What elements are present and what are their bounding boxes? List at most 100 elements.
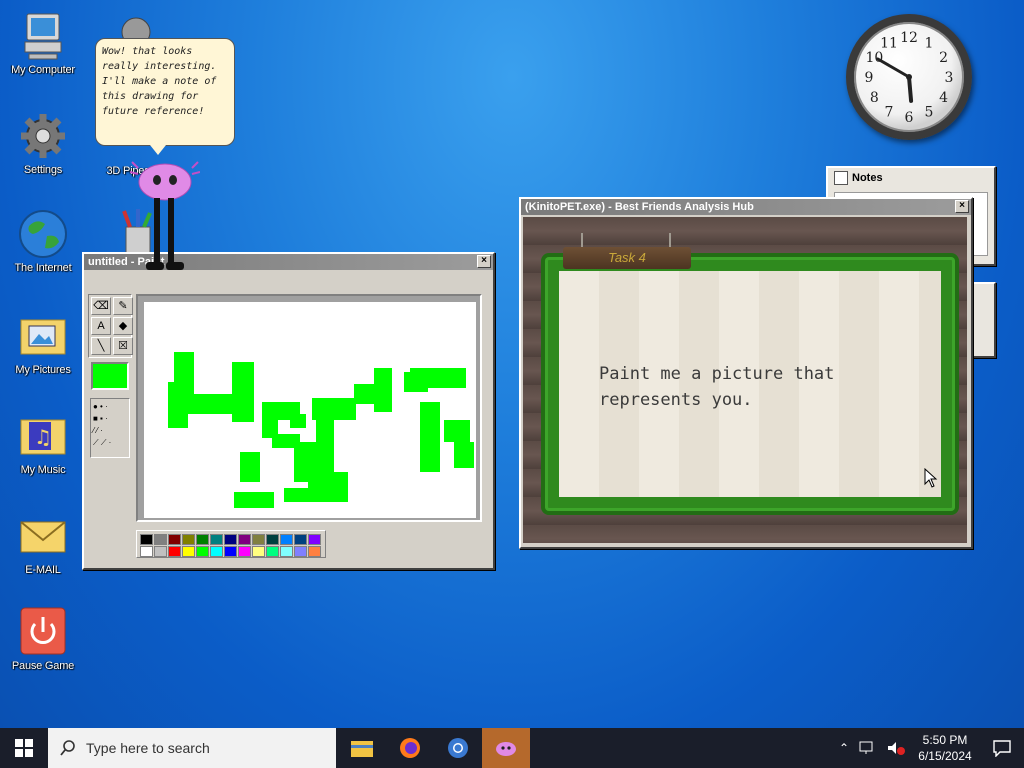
palette-swatch[interactable] bbox=[168, 546, 181, 557]
kinito-window[interactable]: (KinitoPET.exe) - Best Friends Analysis … bbox=[519, 197, 973, 549]
palette-swatch[interactable] bbox=[210, 546, 223, 557]
text-tool-icon[interactable]: A bbox=[91, 317, 111, 335]
color-palette bbox=[136, 530, 326, 558]
notes-header: Notes bbox=[828, 168, 994, 188]
taskbar-clock[interactable]: 5:50 PM 6/15/2024 bbox=[910, 732, 980, 764]
eraser-icon[interactable]: ⌫ bbox=[91, 297, 111, 315]
palette-swatch[interactable] bbox=[224, 546, 237, 557]
drawing-canvas[interactable] bbox=[144, 302, 476, 518]
close-button[interactable]: × bbox=[955, 200, 969, 213]
browser-icon bbox=[448, 738, 468, 758]
folder-icon bbox=[351, 741, 373, 757]
taskbar-file-explorer[interactable] bbox=[338, 728, 386, 768]
palette-swatch[interactable] bbox=[280, 534, 293, 545]
start-button[interactable] bbox=[0, 728, 48, 768]
palette-swatch[interactable] bbox=[154, 546, 167, 557]
leaf-frame: Paint me a picture that represents you. bbox=[545, 257, 955, 511]
palette-swatch[interactable] bbox=[224, 534, 237, 545]
desktop-icon-internet[interactable]: The Internet bbox=[5, 208, 81, 274]
windows-logo-icon bbox=[15, 739, 33, 757]
pencil-icon[interactable]: ✎ bbox=[113, 297, 133, 315]
globe-icon bbox=[17, 208, 69, 260]
palette-swatch[interactable] bbox=[266, 534, 279, 545]
kinito-icon bbox=[496, 742, 516, 756]
clock-number: 10 bbox=[865, 50, 883, 66]
notification-icon[interactable] bbox=[992, 739, 1012, 757]
brush-size-selector[interactable]: ● • · ■ ▪ · ⁄ ⁄ · ⟋ ⟋ · bbox=[90, 398, 130, 458]
svg-text:♫: ♫ bbox=[34, 425, 52, 449]
taskbar-browser[interactable] bbox=[434, 728, 482, 768]
palette-swatch[interactable] bbox=[210, 534, 223, 545]
clock-face: 12 12 3 45678 9 1011 bbox=[865, 30, 954, 126]
clock-number: 1 bbox=[925, 35, 934, 51]
clock-number: 3 bbox=[945, 70, 954, 86]
palette-swatch[interactable] bbox=[182, 534, 195, 545]
line-tool-icon[interactable]: ╲ bbox=[91, 337, 111, 355]
palette-swatch[interactable] bbox=[168, 534, 181, 545]
clear-icon[interactable]: ☒ bbox=[113, 337, 133, 355]
paint-window[interactable]: untitled - Paint × ⌫ ✎ A ◆ ╲ ☒ ● • · ■ ▪ … bbox=[82, 252, 495, 570]
clock-number: 12 bbox=[900, 30, 918, 46]
desktop-icon-label: My Computer bbox=[11, 64, 75, 76]
clock-number: 6 bbox=[905, 110, 914, 126]
palette-swatch[interactable] bbox=[252, 534, 265, 545]
desktop-icon-label: Pause Game bbox=[11, 660, 75, 672]
kinito-character[interactable] bbox=[130, 158, 200, 276]
palette-swatch[interactable] bbox=[266, 546, 279, 557]
palette-swatch[interactable] bbox=[196, 534, 209, 545]
search-placeholder: Type here to search bbox=[86, 740, 210, 756]
green-scribble-drawing bbox=[168, 352, 474, 508]
volume-muted-icon[interactable] bbox=[886, 740, 906, 756]
desktop-icon-pause-game[interactable]: Pause Game bbox=[5, 606, 81, 672]
envelope-icon bbox=[17, 510, 69, 562]
palette-swatch[interactable] bbox=[140, 546, 153, 557]
kinito-titlebar[interactable]: (KinitoPET.exe) - Best Friends Analysis … bbox=[521, 199, 971, 215]
clock-center bbox=[906, 74, 912, 80]
taskbar-kinito[interactable] bbox=[482, 728, 530, 768]
current-color-swatch bbox=[91, 362, 129, 390]
desktop-icon-email[interactable]: E-MAIL bbox=[5, 510, 81, 576]
palette-swatch[interactable] bbox=[196, 546, 209, 557]
firefox-icon bbox=[400, 738, 420, 758]
fill-bucket-icon[interactable]: ◆ bbox=[113, 317, 133, 335]
close-button[interactable]: × bbox=[477, 255, 491, 268]
palette-swatch[interactable] bbox=[294, 534, 307, 545]
clock-number: 8 bbox=[870, 90, 879, 106]
gear-icon bbox=[17, 110, 69, 162]
task-prompt: Paint me a picture that represents you. bbox=[599, 364, 835, 410]
kinito-title: (KinitoPET.exe) - Best Friends Analysis … bbox=[525, 201, 754, 213]
tool-panel: ⌫ ✎ A ◆ ╲ ☒ ● • · ■ ▪ · ⁄ ⁄ · ⟋ ⟋ · bbox=[88, 294, 133, 458]
desktop-icon-settings[interactable]: Settings bbox=[5, 110, 81, 176]
canvas-frame bbox=[136, 294, 482, 522]
chevron-up-icon[interactable]: ⌃ bbox=[834, 741, 854, 755]
palette-swatch[interactable] bbox=[154, 534, 167, 545]
palette-swatch[interactable] bbox=[182, 546, 195, 557]
palette-swatch[interactable] bbox=[252, 546, 265, 557]
task-card: Paint me a picture that represents you. bbox=[559, 271, 941, 497]
desktop-icon-my-music[interactable]: ♫ My Music bbox=[5, 410, 81, 476]
speech-bubble-text: Wow! that looks really interesting. I'll… bbox=[102, 46, 217, 117]
desktop-icon-label: My Pictures bbox=[15, 364, 71, 376]
palette-swatch[interactable] bbox=[308, 546, 321, 557]
network-icon[interactable] bbox=[858, 740, 878, 756]
tool-grid: ⌫ ✎ A ◆ ╲ ☒ bbox=[88, 294, 133, 358]
power-icon bbox=[17, 606, 69, 658]
taskbar-time: 5:50 PM bbox=[922, 733, 968, 747]
pictures-folder-icon bbox=[17, 310, 69, 362]
palette-swatch[interactable] bbox=[238, 546, 251, 557]
task-sign: Task 4 bbox=[563, 247, 691, 269]
palette-swatch[interactable] bbox=[280, 546, 293, 557]
palette-swatch[interactable] bbox=[294, 546, 307, 557]
desktop-icon-my-computer[interactable]: My Computer bbox=[5, 10, 81, 76]
taskbar-firefox[interactable] bbox=[386, 728, 434, 768]
clock-number: 7 bbox=[885, 105, 894, 121]
desktop-icon-label: My Music bbox=[20, 464, 66, 476]
taskbar-search[interactable]: Type here to search bbox=[48, 728, 336, 768]
palette-swatch[interactable] bbox=[308, 534, 321, 545]
clock-number: 4 bbox=[939, 90, 948, 106]
palette-swatch[interactable] bbox=[140, 534, 153, 545]
clock-number: 11 bbox=[880, 35, 898, 51]
system-tray: ⌃ 5:50 PM 6/15/2024 bbox=[834, 728, 1024, 768]
palette-swatch[interactable] bbox=[238, 534, 251, 545]
desktop-icon-my-pictures[interactable]: My Pictures bbox=[5, 310, 81, 376]
